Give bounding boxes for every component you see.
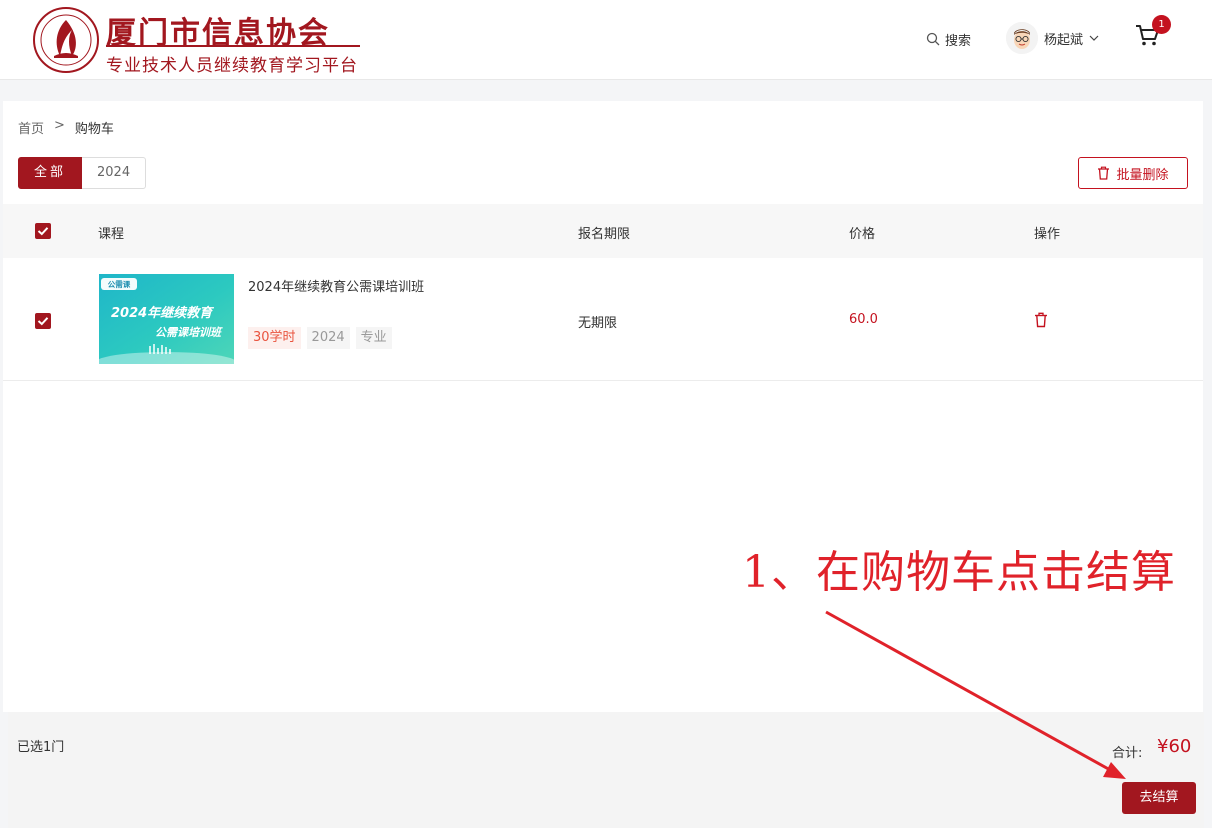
brand-subtitle: 专业技术人员继续教育学习平台 [106,56,358,76]
hours-tag: 30学时 [248,327,301,349]
instruction-annotation: 1、在购物车点击结算 [742,547,1176,598]
course-tags: 30学时 2024 专业 [248,327,392,349]
select-all-checkbox[interactable] [35,223,51,239]
course-title[interactable]: 2024年继续教育公需课培训班 [248,276,424,295]
checkout-bar: 已选1门 合计: ¥60 去结算 [8,712,1204,828]
check-icon [37,227,49,236]
year-filter-tabs: 全部 2024 [18,157,147,189]
tab-all[interactable]: 全部 [18,157,83,189]
thumb-line1: 2024年继续教育 [111,305,214,321]
checkout-button[interactable]: 去结算 [1122,782,1196,814]
header-price: 价格 [849,227,876,242]
breadcrumb-home[interactable]: 首页 [18,118,44,137]
year-tag: 2024 [306,327,350,349]
total-label: 合计: [1112,746,1143,761]
trash-icon [1098,166,1110,180]
search-button[interactable]: 搜索 [926,28,971,50]
header-actions: 操作 [1034,227,1061,242]
breadcrumb-current: 购物车 [74,122,114,137]
bulk-delete-label: 批量删除 [1116,167,1169,183]
site-header: 厦门市信息协会 专业技术人员继续教育学习平台 搜索 杨起斌 1 [0,0,1212,80]
header-period: 报名期限 [578,227,631,242]
check-icon [37,317,49,326]
thumb-line2: 公需课培训班 [155,326,223,339]
association-logo[interactable] [32,6,100,74]
search-label: 搜索 [945,33,972,49]
breadcrumb-separator: > [54,118,65,133]
user-name: 杨起斌 [1044,32,1084,48]
chevron-down-icon [1089,35,1099,41]
selected-count: 已选1门 [17,740,65,755]
avatar [1006,22,1038,54]
search-icon [926,32,940,46]
course-price: 60.0 [849,312,878,327]
header-course: 课程 [98,227,125,242]
bulk-delete-button[interactable]: 批量删除 [1078,157,1188,189]
course-thumbnail[interactable]: 公需课 2024年继续教育 公需课培训班 [99,274,234,364]
category-tag: 专业 [355,327,392,349]
enrollment-period: 无期限 [578,316,618,331]
total-amount: ¥60 [1157,736,1192,757]
brand-divider [106,45,360,47]
breadcrumb: 首页 > 购物车 [18,118,114,137]
table-header: 课程 报名期限 价格 操作 [3,204,1203,258]
trash-icon[interactable] [1034,312,1048,328]
table-row: 公需课 2024年继续教育 公需课培训班 2024年继续教育公需课培训班 30学… [3,258,1203,381]
user-menu[interactable]: 杨起斌 [1006,20,1099,56]
cart-count-badge: 1 [1152,15,1171,34]
cart-panel: 首页 > 购物车 全部 2024 批量删除 课程 报名期限 价格 操作 公需课 … [3,101,1203,712]
row-checkbox[interactable] [35,313,51,329]
tab-2024[interactable]: 2024 [82,157,147,189]
thumb-tag: 公需课 [108,279,131,289]
